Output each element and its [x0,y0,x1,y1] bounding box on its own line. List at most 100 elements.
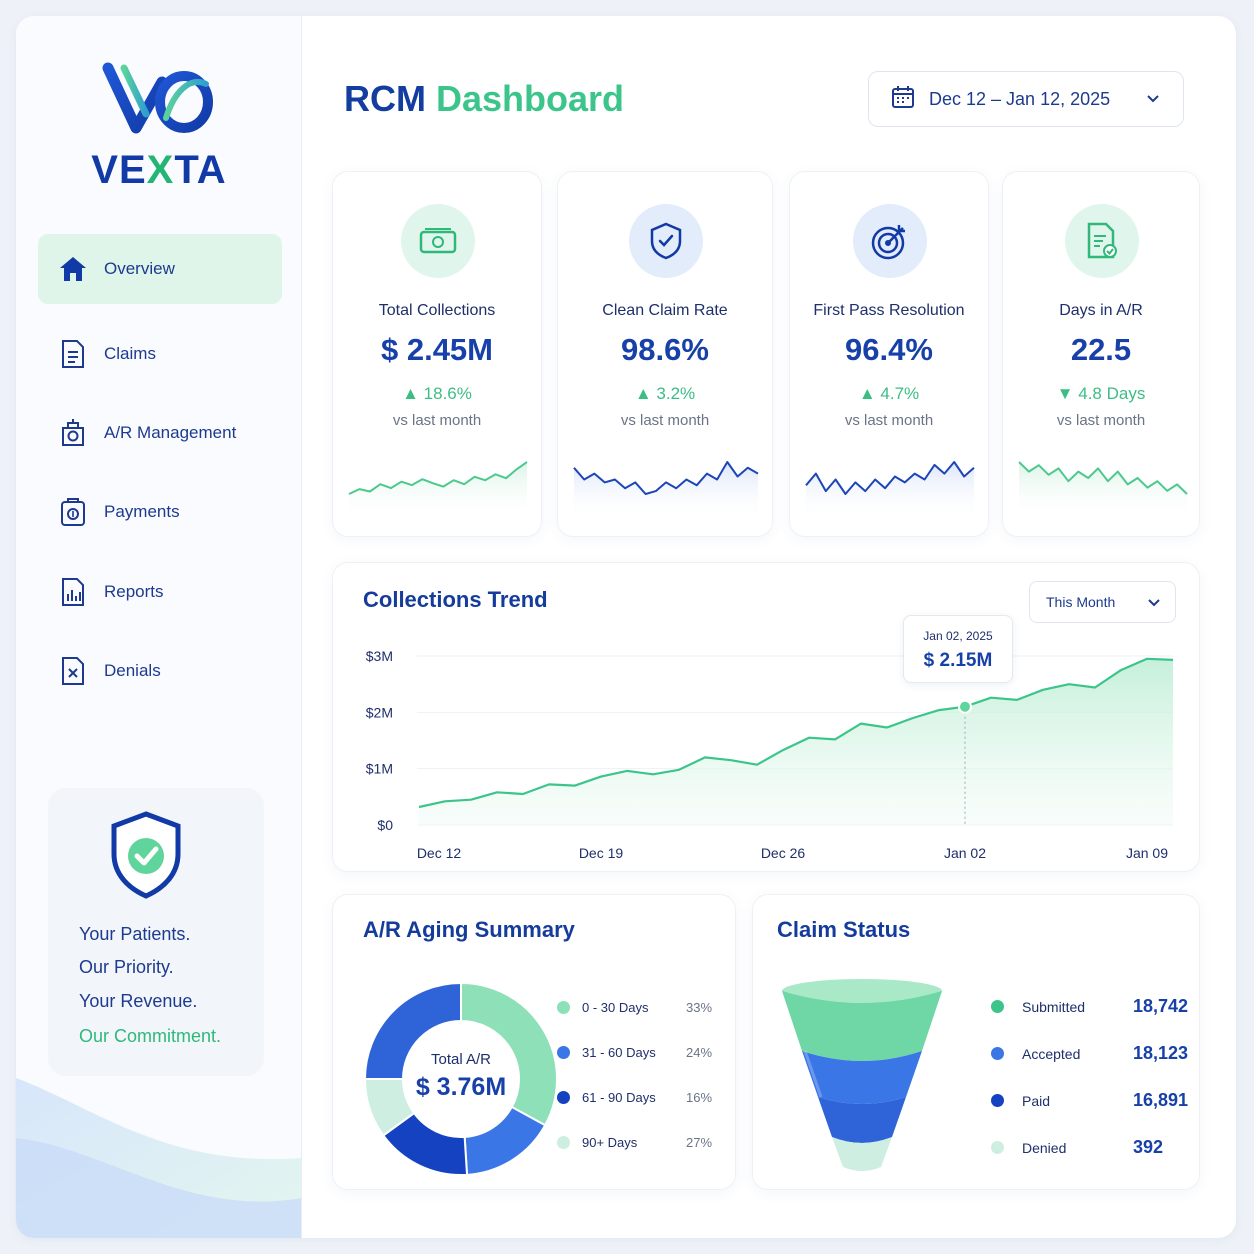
sidebar-item-label: Reports [104,582,164,601]
kpi-label: Clean Claim Rate [602,302,728,319]
kpi-delta: ▲ 3.2% [634,384,696,403]
legend-item: 61 - 90 Days 16% [557,1090,712,1105]
legend-label: 31 - 60 Days [582,1045,656,1060]
payments-icon [58,497,88,527]
claim-status-funnel [782,979,942,1171]
legend-label: Paid [1022,1092,1051,1109]
legend-dot [991,1047,1004,1060]
collections-trend-chart: $3M $2M $1M $0 Dec 12 Dec 19 Dec 26 Jan 02 Jan 0… [366,648,1174,861]
kpi-value: 96.4% [845,332,933,367]
donut-center-value: $ 3.76M [415,1073,507,1101]
x-tick-label: Jan 09 [1126,845,1168,861]
triangle-up-icon: ▲ [634,384,657,403]
donut-center-label: Total A/R [430,1051,492,1068]
ar-management-icon [58,418,88,448]
trend-area [419,658,1173,825]
legend-label: Accepted [1022,1045,1081,1062]
legend-dot [557,1091,570,1104]
legend-value: 18,742 [1133,996,1189,1016]
legend-value: 392 [1133,1137,1164,1157]
sidebar: VEXTA Overview Claims A/R Management Pay… [16,16,302,1238]
decorative-wave [16,1078,301,1238]
legend-item: 31 - 60 Days 24% [557,1045,712,1060]
promo-line: Our Commitment. [79,1026,222,1046]
vexta-logo-icon [102,62,213,134]
legend-value: 16% [686,1090,713,1105]
date-range-text: Dec 12 – Jan 12, 2025 [929,88,1111,109]
sidebar-item-overview[interactable]: Overview [38,234,282,304]
sparkline-area [806,462,974,520]
legend-item: 0 - 30 Days 33% [557,1000,712,1015]
kpi-delta: ▲ 4.7% [858,384,920,403]
sidebar-item-ar-management[interactable]: A/R Management [38,398,282,468]
kpi-subtitle: vs last month [620,412,710,429]
y-tick-label: $0 [377,817,393,833]
promo-card: Your Patients. Our Priority. Your Revenu… [48,788,264,1076]
ar-aging-card: A/R Aging Summary Total A/R $ 3.76M 0 - … [332,894,736,1190]
legend-label: Denied [1022,1139,1067,1156]
kpi-card-total-collections[interactable]: Total Collections $ 2.45M ▲ 18.6% vs las… [332,171,542,537]
target-icon [853,204,927,278]
kpi-card-clean-claim-rate[interactable]: Clean Claim Rate 98.6% ▲ 3.2% vs last mo… [557,171,773,537]
sidebar-item-label: Denials [104,661,161,680]
kpi-card-days-in-ar[interactable]: Days in A/R 22.5 ▼ 4.8 Days vs last mont… [1002,171,1200,537]
kpi-subtitle: vs last month [844,412,934,429]
sparkline-area [349,462,527,520]
y-tick-label: $1M [366,761,393,777]
sidebar-item-label: Payments [104,502,180,521]
sidebar-item-denials[interactable]: Denials [38,636,282,706]
claim-status-card: Claim Status Submitted 18,742 Accepted 1… [752,894,1200,1190]
legend-value: 16,891 [1133,1090,1189,1110]
highlight-point [958,699,972,714]
triangle-down-icon: ▼ [1056,384,1079,403]
date-range-picker[interactable]: Dec 12 – Jan 12, 2025 [868,71,1184,127]
triangle-up-icon: ▲ [858,384,881,403]
shield-check-icon [111,811,181,899]
promo-line: Your Revenue. [79,991,198,1011]
sparkline [1018,461,1188,520]
reports-icon [58,577,88,607]
legend-dot [991,1141,1004,1154]
legend-value: 27% [686,1135,713,1150]
document-check-icon [1065,204,1139,278]
kpi-delta: ▼ 4.8 Days [1056,384,1146,403]
x-tick-label: Jan 02 [944,845,986,861]
legend-label: Submitted [1022,998,1086,1015]
sidebar-item-label: Claims [104,344,156,363]
sidebar-item-reports[interactable]: Reports [38,557,282,627]
kpi-card-first-pass-resolution[interactable]: First Pass Resolution 96.4% ▲ 4.7% vs la… [789,171,989,537]
legend-item: Submitted 18,742 [991,996,1188,1017]
shield-icon [629,204,703,278]
home-icon [58,254,88,284]
legend-value: 24% [686,1045,713,1060]
triangle-up-icon: ▲ [402,384,424,403]
calendar-icon [891,85,915,114]
page-title: RCM Dashboard [344,78,625,119]
sparkline [805,461,975,520]
sidebar-item-payments[interactable]: Payments [38,477,282,547]
legend-value: 18,123 [1133,1043,1189,1063]
legend-dot [991,1094,1004,1107]
brand-logo: VEXTA [66,62,252,192]
kpi-delta: ▲ 18.6% [402,384,472,403]
section-title: A/R Aging Summary [363,917,575,942]
sidebar-item-claims[interactable]: Claims [38,319,282,389]
legend-label: 0 - 30 Days [582,1000,649,1015]
denials-icon [58,656,88,686]
kpi-label: Days in A/R [1059,302,1143,319]
x-tick-label: Dec 19 [579,845,624,861]
sparkline [348,461,528,520]
kpi-subtitle: vs last month [1056,412,1146,429]
document-icon [58,339,88,369]
x-tick-label: Dec 26 [761,845,806,861]
brand-wordmark: VEXTA [91,148,227,192]
cash-icon [401,204,475,278]
collections-trend-card: Collections Trend This Month $3M $2M $1M $0… [332,562,1200,872]
legend-value: 33% [686,1000,713,1015]
sidebar-item-label: A/R Management [104,423,237,442]
legend-dot [557,1136,570,1149]
y-tick-label: $3M [366,648,393,664]
sidebar-item-label: Overview [104,259,175,278]
kpi-value: 98.6% [621,332,709,367]
sparkline-area [574,462,758,520]
